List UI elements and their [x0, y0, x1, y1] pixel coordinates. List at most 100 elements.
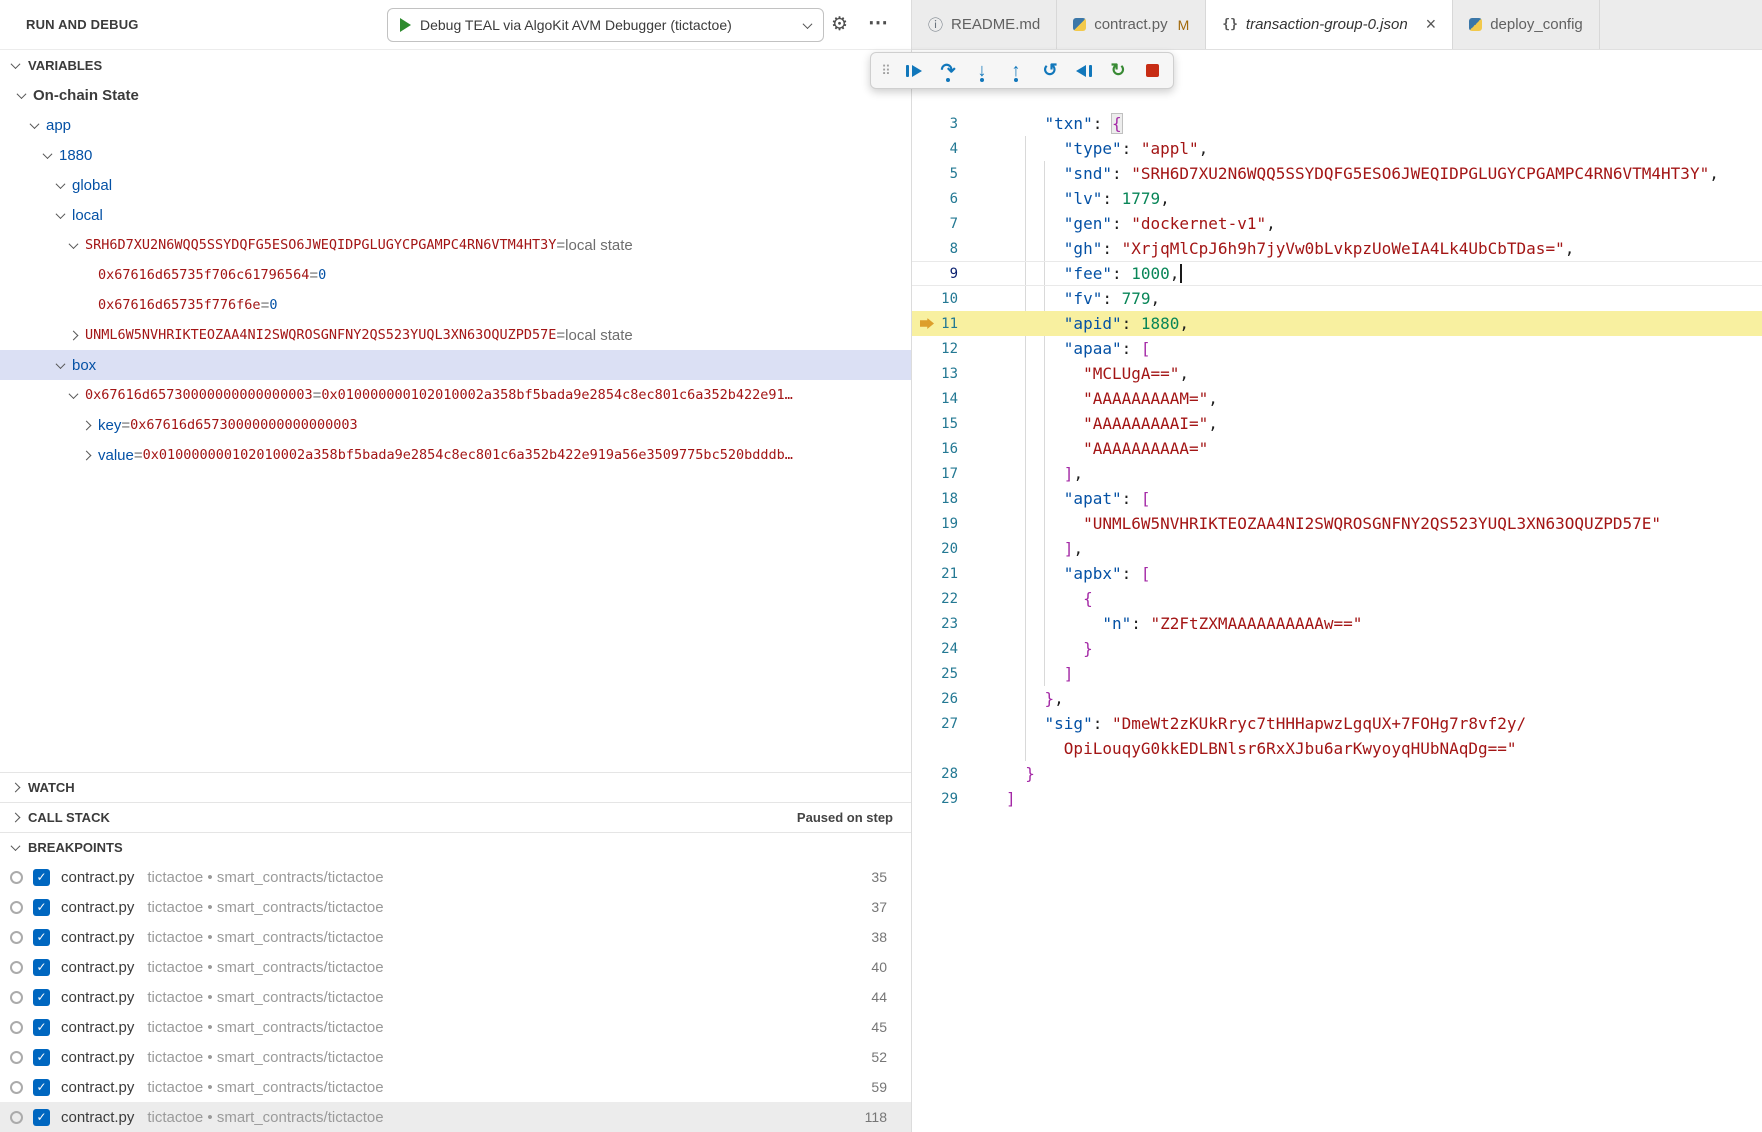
code-line[interactable]: 9 "fee": 1000,	[912, 261, 1762, 286]
code-line[interactable]: 11 "apid": 1880,	[912, 311, 1762, 336]
start-debug-icon[interactable]	[400, 18, 411, 32]
code-line[interactable]: 12 "apaa": [	[912, 336, 1762, 361]
breakpoint-row[interactable]: ✓contract.pytictactoe • smart_contracts/…	[0, 952, 911, 982]
chevron-down-icon[interactable]	[69, 239, 79, 249]
breakpoint-checkbox[interactable]: ✓	[33, 989, 50, 1006]
tree-row[interactable]: local	[0, 200, 911, 230]
gear-icon[interactable]: ⚙	[831, 0, 848, 50]
breakpoint-checkbox[interactable]: ✓	[33, 869, 50, 886]
breakpoint-circle-icon[interactable]	[10, 1081, 23, 1094]
chevron-down-icon[interactable]	[30, 119, 40, 129]
breakpoint-circle-icon[interactable]	[10, 931, 23, 944]
tab-transaction-group-0-json[interactable]: {}transaction-group-0.json×	[1206, 0, 1453, 50]
breakpoint-checkbox[interactable]: ✓	[33, 1109, 50, 1126]
code-line[interactable]: 19 "UNML6W5NVHRIKTEOZAA4NI2SWQROSGNFNY2Q…	[912, 511, 1762, 536]
code-line[interactable]: 27 "sig": "DmeWt2zKUkRryc7tHHHapwzLgqUX+…	[912, 711, 1762, 736]
code-line[interactable]: 13 "MCLUgA==",	[912, 361, 1762, 386]
tree-row[interactable]: 0x67616d65735f706c61796564 = 0	[0, 260, 911, 290]
code-line[interactable]: OpiLouqyG0kkEDLBNlsr6RxXJbu6arKwyoyqHUbN…	[912, 736, 1762, 761]
reverse-continue-button[interactable]	[1069, 57, 1099, 85]
breakpoint-row[interactable]: ✓contract.pytictactoe • smart_contracts/…	[0, 892, 911, 922]
stop-button[interactable]	[1137, 57, 1167, 85]
code-line[interactable]: 29]	[912, 786, 1762, 811]
code-line[interactable]: 8 "gh": "XrjqMlCpJ6h9h7jyVw0bLvkpzUoWeIA…	[912, 236, 1762, 261]
code-line[interactable]: 18 "apat": [	[912, 486, 1762, 511]
code-line[interactable]: 7 "gen": "dockernet-v1",	[912, 211, 1762, 236]
editor-pane[interactable]: 3 "txn": {4 "type": "appl",5 "snd": "SRH…	[912, 50, 1762, 1132]
breakpoint-circle-icon[interactable]	[10, 991, 23, 1004]
variables-section-header[interactable]: VARIABLES	[0, 50, 911, 80]
tab-contract-py[interactable]: contract.pyM	[1057, 0, 1206, 49]
tree-row[interactable]: 0x67616d65730000000000000003 = 0x0100000…	[0, 380, 911, 410]
continue-button[interactable]	[899, 57, 929, 85]
chevron-right-icon[interactable]	[82, 450, 92, 460]
breakpoint-checkbox[interactable]: ✓	[33, 1049, 50, 1066]
breakpoints-section-header[interactable]: BREAKPOINTS	[0, 832, 911, 862]
code-line[interactable]: 28 }	[912, 761, 1762, 786]
tree-row[interactable]: app	[0, 110, 911, 140]
breakpoint-checkbox[interactable]: ✓	[33, 929, 50, 946]
breakpoint-row[interactable]: ✓contract.pytictactoe • smart_contracts/…	[0, 1012, 911, 1042]
tree-row[interactable]: value = 0x010000000102010002a358bf5bada9…	[0, 440, 911, 470]
code-line[interactable]: 15 "AAAAAAAAAI=",	[912, 411, 1762, 436]
breakpoint-row[interactable]: ✓contract.pytictactoe • smart_contracts/…	[0, 1042, 911, 1072]
watch-section-header[interactable]: WATCH	[0, 772, 911, 802]
code-line[interactable]: 4 "type": "appl",	[912, 136, 1762, 161]
breakpoint-row[interactable]: ✓contract.pytictactoe • smart_contracts/…	[0, 922, 911, 952]
code-line[interactable]: 16 "AAAAAAAAAA="	[912, 436, 1762, 461]
breakpoint-circle-icon[interactable]	[10, 1051, 23, 1064]
breakpoint-row[interactable]: ✓contract.pytictactoe • smart_contracts/…	[0, 862, 911, 892]
tree-row[interactable]: 0x67616d65735f776f6e = 0	[0, 290, 911, 320]
breakpoint-circle-icon[interactable]	[10, 901, 23, 914]
tab-deploy-config[interactable]: deploy_config	[1453, 0, 1600, 49]
code-line[interactable]: 20 ],	[912, 536, 1762, 561]
tree-row[interactable]: SRH6D7XU2N6WQQ5SSYDQFG5ESO6JWEQIDPGLUGYC…	[0, 230, 911, 260]
tree-row[interactable]: global	[0, 170, 911, 200]
code-line[interactable]: 24 }	[912, 636, 1762, 661]
breakpoint-row[interactable]: ✓contract.pytictactoe • smart_contracts/…	[0, 1072, 911, 1102]
code-line[interactable]: 22 {	[912, 586, 1762, 611]
step-into-button[interactable]: ↓	[967, 57, 997, 85]
chevron-down-icon[interactable]	[43, 149, 53, 159]
call-stack-section-header[interactable]: CALL STACK Paused on step	[0, 802, 911, 832]
tree-row[interactable]: key = 0x67616d65730000000000000003	[0, 410, 911, 440]
chevron-right-icon[interactable]	[69, 330, 79, 340]
restart-button[interactable]: ↻	[1103, 57, 1133, 85]
step-over-button[interactable]: ↷	[933, 57, 963, 85]
chevron-down-icon[interactable]	[56, 209, 66, 219]
code-line[interactable]: 6 "lv": 1779,	[912, 186, 1762, 211]
close-icon[interactable]: ×	[1426, 14, 1437, 35]
breakpoint-circle-icon[interactable]	[10, 871, 23, 884]
chevron-down-icon[interactable]	[56, 179, 66, 189]
breakpoint-checkbox[interactable]: ✓	[33, 959, 50, 976]
breakpoint-row[interactable]: ✓contract.pytictactoe • smart_contracts/…	[0, 982, 911, 1012]
code-line[interactable]: 21 "apbx": [	[912, 561, 1762, 586]
code-line[interactable]: 17 ],	[912, 461, 1762, 486]
chevron-down-icon[interactable]	[17, 89, 27, 99]
tree-row[interactable]: 1880	[0, 140, 911, 170]
code-line[interactable]: 26 },	[912, 686, 1762, 711]
breakpoint-circle-icon[interactable]	[10, 1111, 23, 1124]
more-actions-icon[interactable]: ⋯	[868, 0, 888, 46]
code-line[interactable]: 5 "snd": "SRH6D7XU2N6WQQ5SSYDQFG5ESO6JWE…	[912, 161, 1762, 186]
breakpoint-circle-icon[interactable]	[10, 961, 23, 974]
chevron-down-icon[interactable]	[69, 389, 79, 399]
breakpoint-checkbox[interactable]: ✓	[33, 1019, 50, 1036]
step-back-button[interactable]: ↺	[1035, 57, 1065, 85]
code-line[interactable]: 3 "txn": {	[912, 111, 1762, 136]
breakpoint-checkbox[interactable]: ✓	[33, 1079, 50, 1096]
chevron-right-icon[interactable]	[82, 420, 92, 430]
code-line[interactable]: 14 "AAAAAAAAAM=",	[912, 386, 1762, 411]
breakpoint-circle-icon[interactable]	[10, 1021, 23, 1034]
tree-row[interactable]: On-chain State	[0, 80, 911, 110]
debug-config-dropdown[interactable]: Debug TEAL via AlgoKit AVM Debugger (tic…	[387, 8, 824, 42]
breakpoint-checkbox[interactable]: ✓	[33, 899, 50, 916]
code-line[interactable]: 25 ]	[912, 661, 1762, 686]
code-line[interactable]: 10 "fv": 779,	[912, 286, 1762, 311]
code-line[interactable]: 23 "n": "Z2FtZXMAAAAAAAAAAw=="	[912, 611, 1762, 636]
breakpoint-row[interactable]: ✓contract.pytictactoe • smart_contracts/…	[0, 1102, 911, 1132]
chevron-down-icon[interactable]	[56, 359, 66, 369]
tree-row[interactable]: box	[0, 350, 911, 380]
step-out-button[interactable]: ↑	[1001, 57, 1031, 85]
tab-readme-md[interactable]: ⓘREADME.md	[912, 0, 1057, 49]
